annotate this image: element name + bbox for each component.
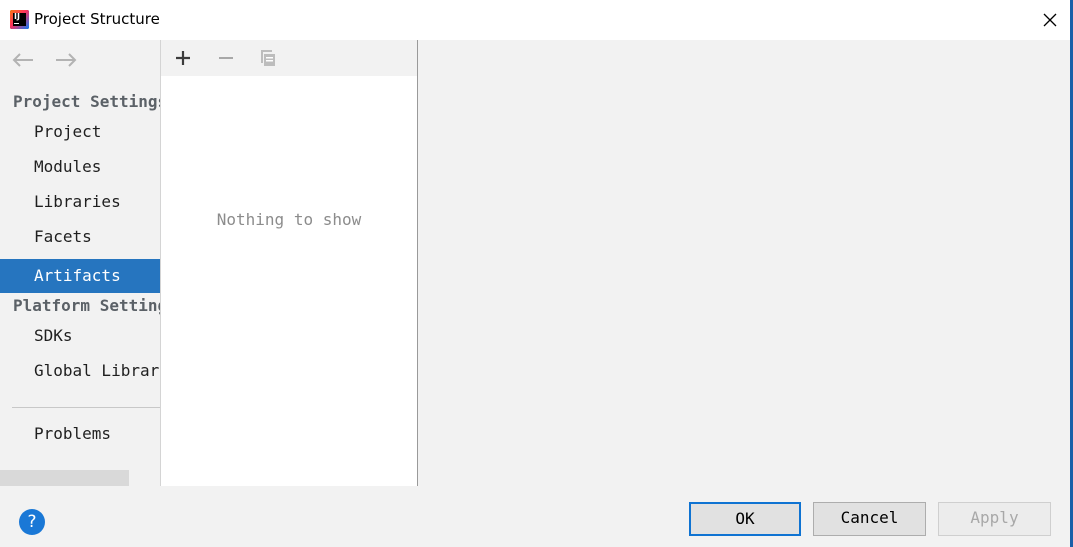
back-button[interactable]: [12, 52, 38, 72]
dialog-footer: ? OK Cancel Apply: [0, 486, 1073, 547]
cancel-button[interactable]: Cancel: [813, 502, 926, 536]
arrow-right-icon: [56, 53, 77, 67]
help-button[interactable]: ?: [19, 509, 45, 535]
sidebar-item-sdks[interactable]: SDKs: [0, 319, 160, 353]
sidebar-item-problems[interactable]: Problems: [0, 417, 160, 451]
close-button[interactable]: [1030, 0, 1070, 40]
add-button[interactable]: [169, 44, 197, 72]
platform-settings-header: Platform Settings: [13, 296, 160, 315]
title-bar: IJ Project Structure: [0, 0, 1073, 40]
add-icon: [176, 51, 190, 65]
intellij-app-icon: IJ: [10, 10, 29, 29]
ok-button[interactable]: OK: [689, 502, 801, 536]
sidebar-item-artifacts[interactable]: Artifacts: [0, 259, 160, 293]
sidebar-item-modules[interactable]: Modules: [0, 150, 160, 184]
copy-icon: [261, 50, 275, 66]
project-settings-header: Project Settings: [13, 92, 160, 111]
detail-panel: [418, 40, 1070, 486]
empty-list-message: Nothing to show: [216, 210, 362, 229]
sidebar-divider: [12, 407, 160, 408]
sidebar-horizontal-scrollbar[interactable]: [0, 470, 129, 486]
close-icon: [1043, 13, 1057, 27]
sidebar-item-facets[interactable]: Facets: [0, 220, 160, 254]
apply-button[interactable]: Apply: [938, 502, 1051, 536]
sidebar: Project Settings Project Modules Librari…: [0, 40, 160, 486]
list-toolbar: [161, 40, 417, 76]
window-title: Project Structure: [34, 10, 160, 28]
sidebar-item-global-libraries[interactable]: Global Libraries: [0, 354, 160, 388]
remove-icon: [219, 57, 233, 59]
forward-button[interactable]: [55, 52, 81, 72]
remove-button[interactable]: [212, 44, 240, 72]
arrow-left-icon: [12, 53, 33, 67]
sidebar-item-project[interactable]: Project: [0, 115, 160, 149]
artifacts-list-panel: Nothing to show: [160, 40, 418, 486]
copy-button[interactable]: [254, 44, 282, 72]
help-icon: ?: [27, 512, 37, 532]
sidebar-item-libraries[interactable]: Libraries: [0, 185, 160, 219]
